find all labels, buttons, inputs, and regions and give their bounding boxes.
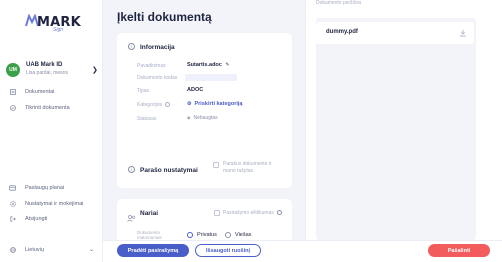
users-icon xyxy=(127,209,136,227)
document-name-value: Sutartis.adoc xyxy=(187,62,222,68)
document-name-field[interactable]: Sutartis.adoc ✎ xyxy=(187,62,230,68)
info-icon: i xyxy=(128,166,135,173)
status-dot-icon: ◉ xyxy=(187,115,191,120)
visibility-public-radio[interactable] xyxy=(225,232,231,238)
page-title: Įkelti dokumentą xyxy=(117,10,212,24)
status-label: Nebaugtas xyxy=(193,115,218,121)
category-label: Kategorijos xyxy=(137,102,163,108)
sidebar-item-planai[interactable]: Paslaugų planai xyxy=(9,183,64,193)
user-subtitle: Lisa pardai, mesos xyxy=(26,70,68,76)
avatar: UM xyxy=(6,63,20,77)
visibility-private-label: Privatus xyxy=(197,232,217,238)
file-card[interactable]: dummy.pdf xyxy=(316,22,474,44)
document-icon xyxy=(9,89,16,96)
field-label: Kategorijos xyxy=(137,102,171,108)
start-signing-button[interactable]: Pradėti pasirašymą xyxy=(117,244,189,257)
sidebar: MARK Sign UM UAB Mark ID Lisa pardai, me… xyxy=(0,0,103,262)
visibility-label: Dokumento matomumas xyxy=(137,230,162,240)
signature-checkbox[interactable] xyxy=(213,162,219,168)
assign-category-link[interactable]: ⚙ Priskirti kategoriją xyxy=(187,101,242,107)
logout-icon xyxy=(9,216,16,223)
visibility-public-label: Viešas xyxy=(235,232,252,238)
pencil-icon[interactable]: ✎ xyxy=(225,62,229,68)
preview-label: Dokumento peržiūra xyxy=(316,0,362,6)
brand-logo[interactable]: MARK Sign xyxy=(23,9,81,39)
gear-icon xyxy=(9,201,16,208)
sidebar-item-label: Atsijungti xyxy=(25,216,48,222)
info-icon xyxy=(165,102,171,108)
save-draft-button[interactable]: Išsaugoti ruošinį xyxy=(195,244,261,257)
chevron-down-icon: ⌄ xyxy=(89,247,95,253)
check-circle-icon xyxy=(9,105,16,112)
card-title: Informacija xyxy=(140,44,175,51)
card-icon xyxy=(9,185,16,192)
sidebar-item-nustatymai[interactable]: Nustatymai ir mokėjimai xyxy=(9,199,83,209)
field-label: Statusas xyxy=(137,116,157,122)
card-title: Parašo nustatymai xyxy=(140,167,198,174)
signing-order-checkbox[interactable] xyxy=(214,210,220,216)
sidebar-item-label: Nustatymai ir mokėjimai xyxy=(25,201,84,207)
main-content: Įkelti dokumentą i Informacija Pavadinim… xyxy=(103,0,305,262)
info-icon xyxy=(277,210,283,216)
file-name: dummy.pdf xyxy=(326,29,358,35)
members-card: Nariai Pasirašymo eiliškumas Dokumento m… xyxy=(117,199,292,240)
language-selector[interactable]: Lietuvių ⌄ xyxy=(9,245,99,255)
preview-panel: Dokumento peržiūra dummy.pdf xyxy=(305,0,502,262)
sidebar-item-label: Tikrinti dokumenta xyxy=(25,105,70,111)
card-title: Nariai xyxy=(140,210,159,217)
info-icon: i xyxy=(128,43,135,50)
sidebar-item-atsijungti[interactable]: Atsijungti xyxy=(9,214,47,224)
action-bar: Pradėti pasirašymą Išsaugoti ruošinį Paš… xyxy=(103,240,502,262)
sidebar-item-tikrinti[interactable]: Tikrinti dokumenta xyxy=(9,103,70,113)
info-card: i Informacija Pavadinimas Sutartis.adoc … xyxy=(117,33,292,159)
globe-icon xyxy=(9,247,16,254)
visibility-private-radio[interactable] xyxy=(187,232,193,238)
signature-checkbox-label: Parašus dokumente ir mano rašytas xyxy=(223,161,272,174)
delete-button[interactable]: Pašalinti xyxy=(428,244,490,257)
sidebar-item-label: Paslaugų planai xyxy=(25,185,65,191)
brand-tagline: Sign xyxy=(53,27,64,33)
gear-icon: ⚙ xyxy=(187,101,192,107)
field-label: Pavadinimas xyxy=(137,63,166,69)
document-code-input[interactable] xyxy=(185,74,237,81)
document-type-value: ADOC xyxy=(187,87,204,93)
download-icon[interactable] xyxy=(459,29,467,37)
assign-category-label: Priskirti kategoriją xyxy=(194,101,243,107)
status-value: ◉ Nebaugtas xyxy=(187,115,218,121)
language-label: Lietuvių xyxy=(25,247,44,253)
chevron-right-icon: ❯ xyxy=(92,67,98,74)
field-label: Dokumento kodas xyxy=(137,75,178,81)
sidebar-item-label: Dokumentai xyxy=(25,89,55,95)
sidebar-item-dokumentai[interactable]: Dokumentai xyxy=(9,87,54,97)
field-label: Tipas xyxy=(137,88,150,94)
user-switcher[interactable]: UM UAB Mark ID Lisa pardai, mesos ❯ xyxy=(6,60,98,82)
signature-settings-card: i Parašo nustatymai Parašus dokumente ir… xyxy=(117,152,292,188)
user-name: UAB Mark ID xyxy=(26,62,63,68)
signing-order-label: Pasirašymo eiliškumas xyxy=(223,210,283,216)
signing-order-text: Pasirašymo eiliškumas xyxy=(223,210,274,216)
preview-area: dummy.pdf xyxy=(316,18,476,240)
